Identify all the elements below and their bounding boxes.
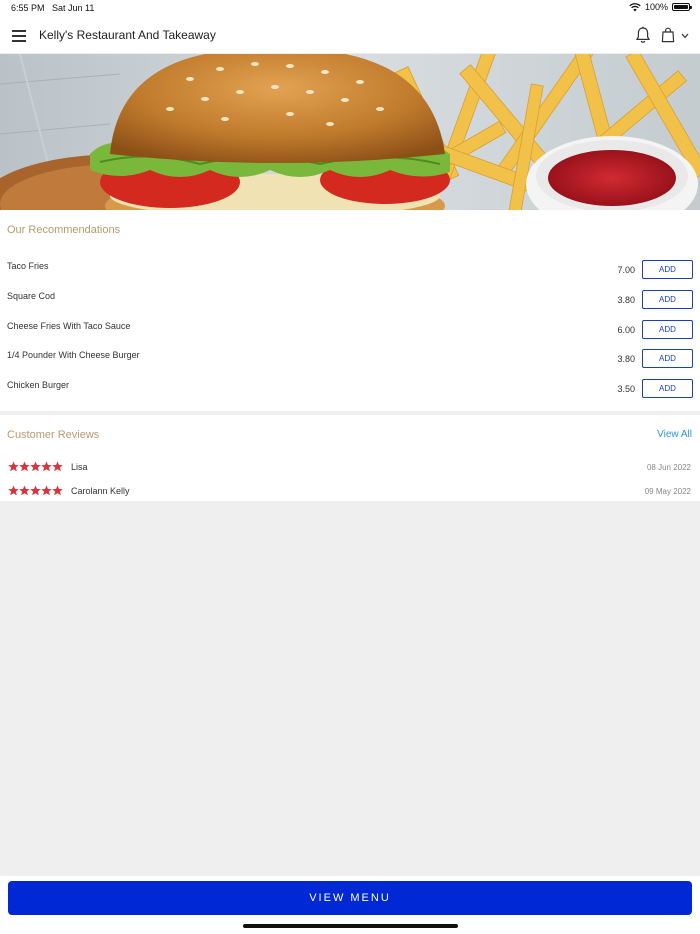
shopping-bag-icon — [661, 27, 675, 43]
home-indicator — [243, 924, 458, 928]
add-button[interactable]: ADD — [642, 290, 693, 309]
recommendations-section: Our Recommendations Taco Fries 7.00 ADD … — [0, 210, 700, 411]
item-name: 1/4 Pounder With Cheese Burger — [7, 350, 140, 360]
item-price: 3.80 — [617, 295, 635, 305]
recommendations-title: Our Recommendations — [7, 224, 121, 236]
cart-menu[interactable] — [660, 26, 690, 44]
item-price: 7.00 — [617, 265, 635, 275]
add-button[interactable]: ADD — [642, 260, 693, 279]
app-header: Kelly's Restaurant And Takeaway — [0, 17, 700, 54]
star-rating-icon — [8, 461, 63, 472]
reviews-title: Customer Reviews — [7, 429, 100, 441]
status-bar: 6:55 PM Sat Jun 11 100% — [0, 0, 700, 17]
review-row: Lisa 08 Jun 2022 — [0, 461, 700, 477]
reviewer-name: Lisa — [71, 462, 88, 472]
status-time: 6:55 PM — [11, 3, 45, 13]
add-button[interactable]: ADD — [642, 320, 693, 339]
bottom-bar: VIEW MENU — [0, 876, 700, 934]
recommendation-row: 1/4 Pounder With Cheese Burger 3.80 ADD — [0, 349, 700, 373]
item-price: 6.00 — [617, 325, 635, 335]
recommendation-row: Chicken Burger 3.50 ADD — [0, 379, 700, 403]
status-right: 100% — [629, 2, 692, 12]
review-date: 08 Jun 2022 — [646, 463, 691, 472]
star-rating-icon — [8, 485, 63, 496]
recommendation-row: Taco Fries 7.00 ADD — [0, 260, 700, 284]
hero-image — [0, 54, 700, 210]
view-menu-button[interactable]: VIEW MENU — [8, 881, 692, 915]
status-date: Sat Jun 11 — [52, 3, 95, 13]
burger-and-fries-photo — [0, 54, 700, 210]
bell-icon[interactable] — [635, 26, 651, 44]
recommendation-row: Square Cod 3.80 ADD — [0, 290, 700, 314]
chevron-down-icon — [681, 33, 689, 39]
reviews-section: Customer Reviews View All Lisa 08 Jun 20… — [0, 415, 700, 501]
review-row: Carolann Kelly 09 May 2022 — [0, 485, 700, 501]
wifi-icon — [629, 2, 641, 11]
view-all-link[interactable]: View All — [657, 429, 692, 440]
item-name: Chicken Burger — [7, 380, 70, 390]
screen: 6:55 PM Sat Jun 11 100% Kelly's Restaura… — [0, 0, 700, 934]
restaurant-title: Kelly's Restaurant And Takeaway — [39, 28, 216, 42]
item-price: 3.50 — [617, 384, 635, 394]
add-button[interactable]: ADD — [642, 379, 693, 398]
battery-icon — [672, 3, 692, 11]
item-name: Square Cod — [7, 291, 56, 301]
add-button[interactable]: ADD — [642, 349, 693, 368]
menu-icon[interactable] — [12, 30, 26, 42]
recommendation-row: Cheese Fries With Taco Sauce 6.00 ADD — [0, 320, 700, 344]
review-date: 09 May 2022 — [644, 487, 691, 496]
item-name: Cheese Fries With Taco Sauce — [7, 321, 131, 331]
item-name: Taco Fries — [7, 261, 49, 271]
reviewer-name: Carolann Kelly — [71, 486, 130, 496]
item-price: 3.80 — [617, 354, 635, 364]
battery-percent: 100% — [644, 2, 668, 12]
